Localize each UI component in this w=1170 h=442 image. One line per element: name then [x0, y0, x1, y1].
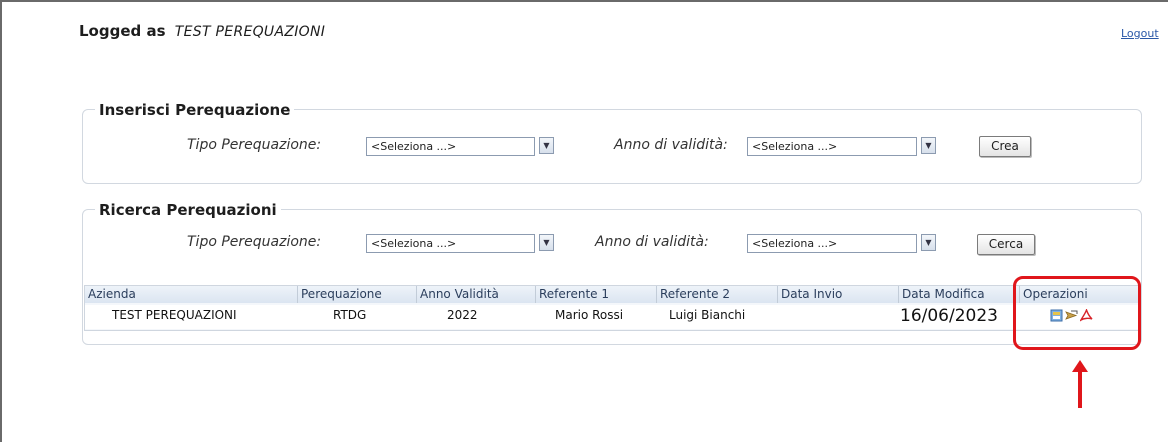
- cell-referente-1: Mario Rossi: [555, 308, 624, 322]
- insert-anno-label: Anno di validità:: [614, 137, 728, 153]
- insert-panel: Inserisci Perequazione Tipo Perequazione…: [82, 101, 1142, 184]
- search-tipo-value: <Seleziona ...>: [371, 237, 457, 250]
- chevron-down-icon[interactable]: ▼: [539, 137, 554, 154]
- arrow-up-icon: [1072, 360, 1088, 408]
- logout-link[interactable]: Logout: [1121, 27, 1159, 40]
- operations-highlight-box: [1013, 276, 1141, 350]
- cell-referente-2: Luigi Bianchi: [669, 308, 746, 322]
- column-header-perequazione[interactable]: Perequazione: [298, 286, 417, 303]
- logged-as-text: Logged as: [79, 22, 166, 40]
- insert-tipo-value: <Seleziona ...>: [371, 140, 457, 153]
- column-header-data-invio[interactable]: Data Invio: [778, 286, 899, 303]
- cell-anno-validita: 2022: [447, 308, 478, 322]
- insert-panel-title: Inserisci Perequazione: [95, 101, 295, 119]
- search-panel-title: Ricerca Perequazioni: [95, 201, 281, 219]
- column-header-data-modifica[interactable]: Data Modifica: [899, 286, 1020, 303]
- table-row[interactable]: TEST PEREQUAZIONI RTDG 2022 Mario Rossi …: [85, 305, 1140, 329]
- logged-as-label: Logged as TEST PEREQUAZIONI: [79, 22, 325, 40]
- chevron-down-icon[interactable]: ▼: [539, 234, 554, 251]
- cerca-button[interactable]: Cerca: [977, 234, 1035, 255]
- cell-data-modifica: 16/06/2023: [900, 306, 998, 326]
- search-tipo-label: Tipo Perequazione:: [187, 234, 322, 250]
- column-header-referente-1[interactable]: Referente 1: [536, 286, 657, 303]
- chevron-down-icon[interactable]: ▼: [921, 137, 936, 154]
- crea-button[interactable]: Crea: [979, 136, 1031, 157]
- insert-tipo-label: Tipo Perequazione:: [187, 137, 322, 153]
- search-anno-label: Anno di validità:: [595, 234, 709, 250]
- insert-anno-value: <Seleziona ...>: [752, 140, 838, 153]
- results-table: Azienda Perequazione Anno Validità Refer…: [84, 285, 1141, 331]
- insert-tipo-select[interactable]: <Seleziona ...> ▼: [366, 137, 554, 156]
- cell-azienda: TEST PEREQUAZIONI: [112, 308, 237, 322]
- search-anno-value: <Seleziona ...>: [752, 237, 838, 250]
- column-header-anno-validita[interactable]: Anno Validità: [417, 286, 536, 303]
- logged-user-name: TEST PEREQUAZIONI: [174, 24, 326, 40]
- chevron-down-icon[interactable]: ▼: [921, 234, 936, 251]
- insert-anno-select[interactable]: <Seleziona ...> ▼: [747, 137, 936, 156]
- cell-perequazione: RTDG: [333, 308, 367, 322]
- column-header-referente-2[interactable]: Referente 2: [657, 286, 778, 303]
- search-anno-select[interactable]: <Seleziona ...> ▼: [747, 234, 936, 253]
- column-header-azienda[interactable]: Azienda: [85, 286, 298, 303]
- search-tipo-select[interactable]: <Seleziona ...> ▼: [366, 234, 554, 253]
